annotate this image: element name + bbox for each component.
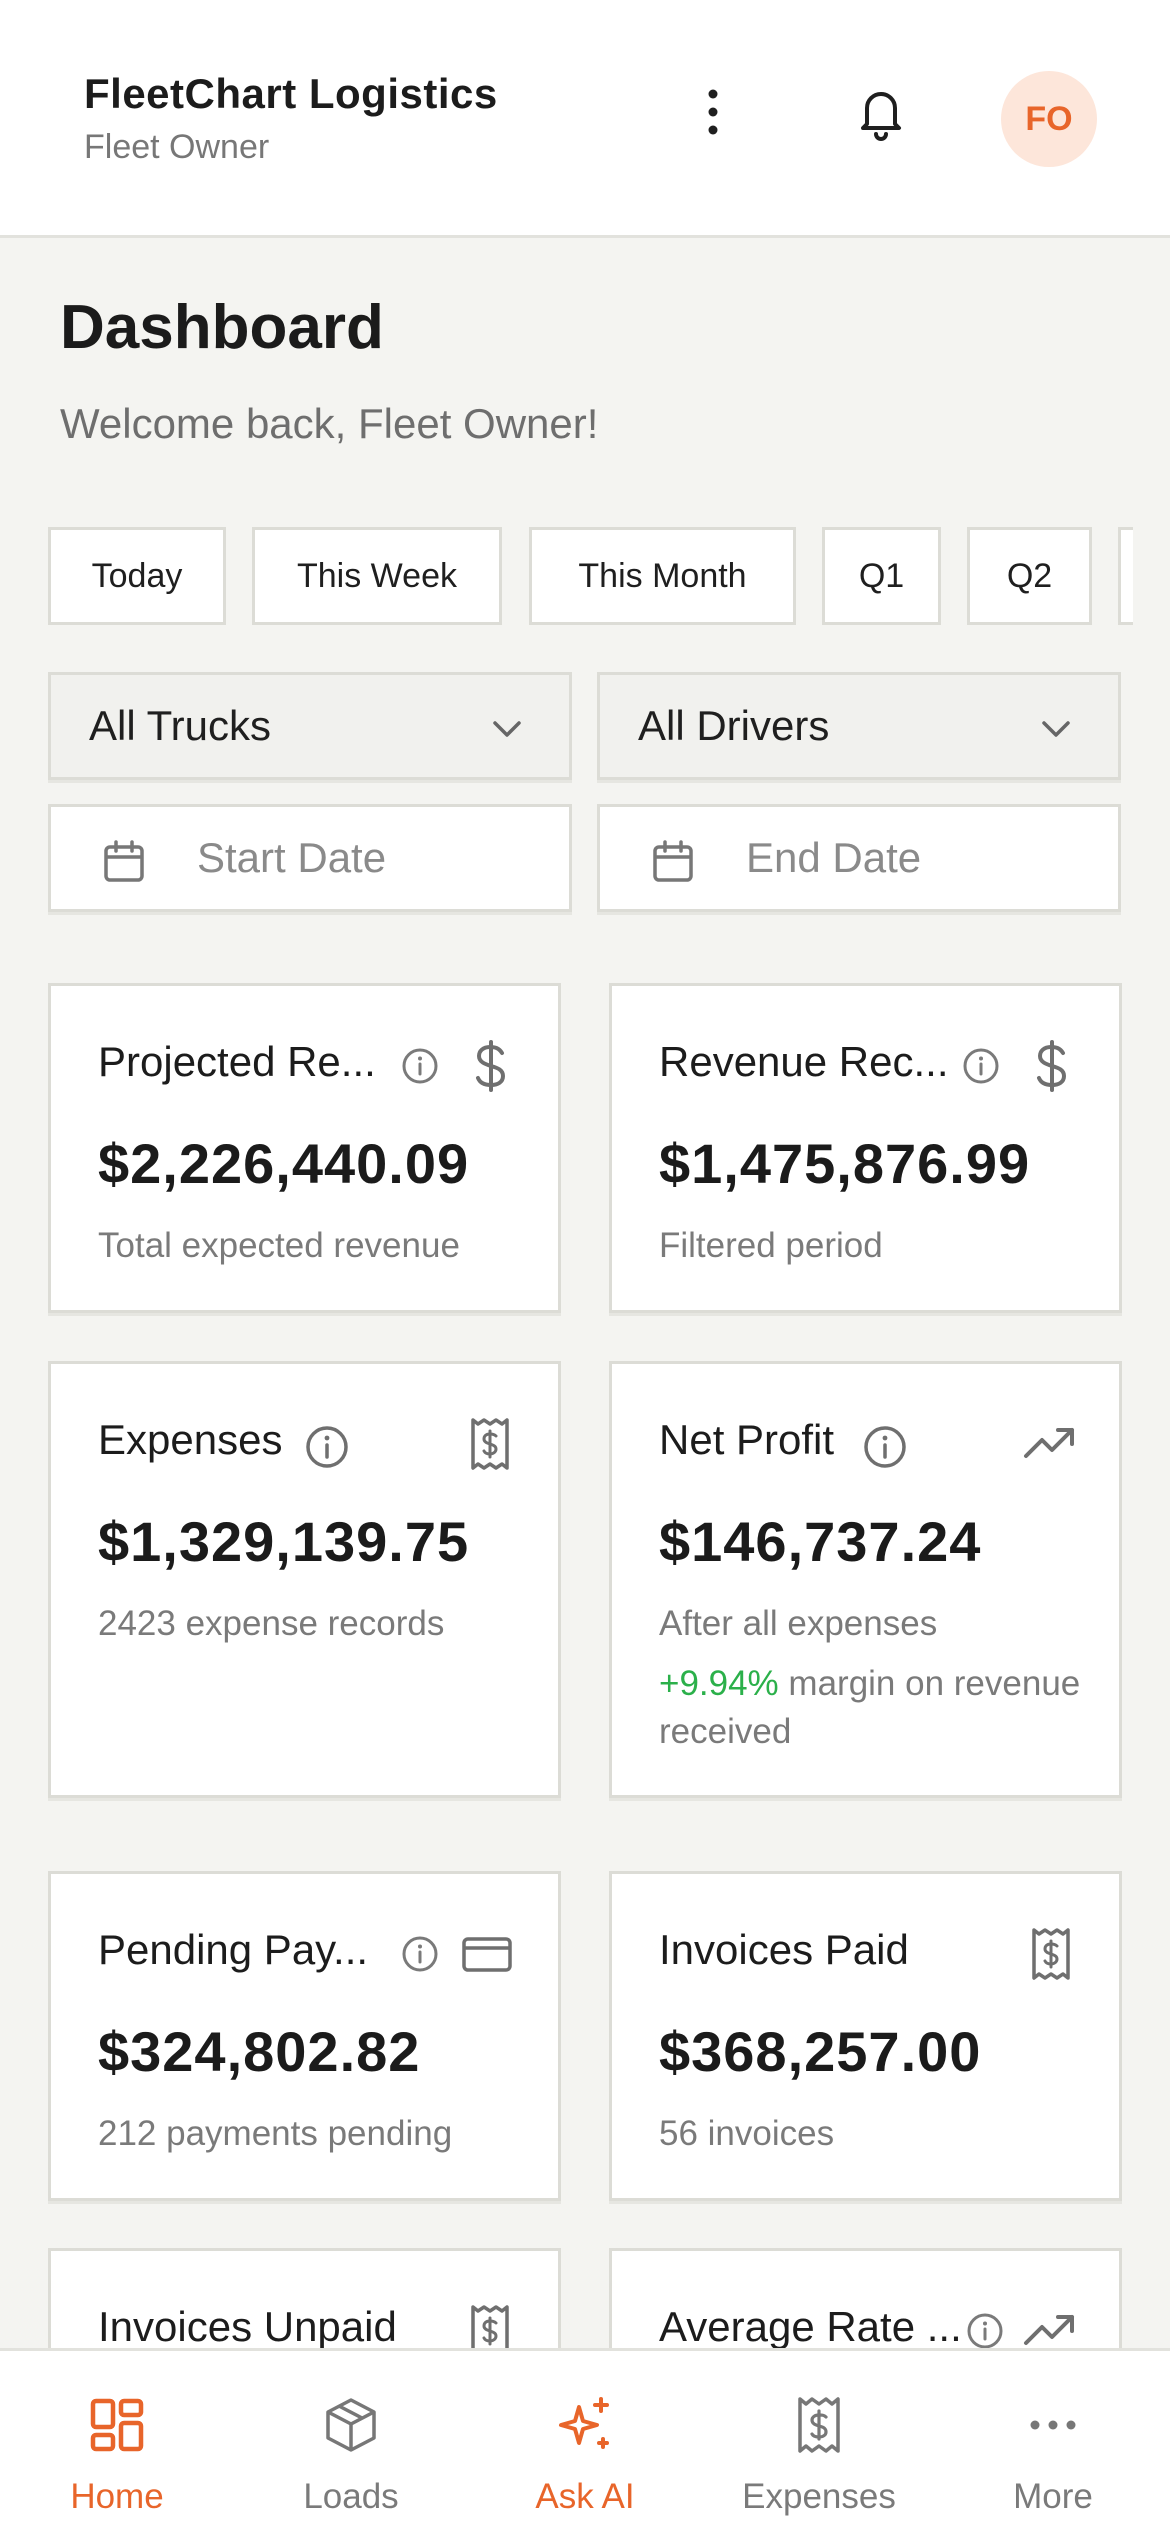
user-role: Fleet Owner xyxy=(84,128,270,166)
calendar-icon xyxy=(653,840,693,882)
chevron-down-icon xyxy=(1042,721,1070,737)
card-value: $2,226,440.09 xyxy=(98,1132,470,1195)
nav-item-ask-ai[interactable]: Ask AI xyxy=(468,2351,702,2532)
period-chip-today[interactable]: Today xyxy=(48,527,226,625)
more-horizontal-icon xyxy=(1030,2420,1076,2430)
bell-icon[interactable] xyxy=(849,80,913,144)
info-icon[interactable] xyxy=(304,1424,350,1470)
driver-select[interactable]: All Drivers xyxy=(597,672,1121,780)
stat-card-expenses[interactable]: Expenses $1,329,139.75 2423 expense reco… xyxy=(48,1361,561,1798)
stat-card-revenue-received[interactable]: Revenue Rec... $1,475,876.99 Filtered pe… xyxy=(609,983,1122,1313)
card-value: $368,257.00 xyxy=(659,2020,982,2083)
truck-select-value: All Trucks xyxy=(89,702,272,749)
nav-item-home[interactable]: Home xyxy=(0,2351,234,2532)
page-title: Dashboard xyxy=(60,293,384,362)
nav-label: Ask AI xyxy=(535,2477,635,2516)
box-icon xyxy=(326,2398,376,2452)
dollar-icon xyxy=(1037,1040,1067,1092)
period-filter-chips: Today This Week This Month Q1 Q2 xyxy=(48,527,1133,625)
card-subtitle: After all expenses xyxy=(659,1604,938,1643)
company-name: FleetChart Logistics xyxy=(84,70,498,117)
chevron-down-icon xyxy=(493,721,521,737)
nav-item-expenses[interactable]: Expenses xyxy=(702,2351,936,2532)
welcome-message: Welcome back, Fleet Owner! xyxy=(60,400,599,447)
nav-label: Home xyxy=(70,2477,164,2516)
card-value: $1,475,876.99 xyxy=(659,1132,1031,1195)
card-subtitle: 56 invoices xyxy=(659,2114,835,2153)
app-header: FleetChart Logistics Fleet Owner FO xyxy=(0,0,1170,238)
info-icon[interactable] xyxy=(400,1934,440,1974)
nav-item-loads[interactable]: Loads xyxy=(234,2351,468,2532)
period-chip-this-week[interactable]: This Week xyxy=(252,527,502,625)
info-icon[interactable] xyxy=(400,1046,440,1086)
card-value: $324,802.82 xyxy=(98,2020,421,2083)
truck-select[interactable]: All Trucks xyxy=(48,672,572,780)
receipt-icon xyxy=(798,2397,840,2453)
card-title: Invoices Paid xyxy=(659,1926,909,1973)
card-title: Pending Pay... xyxy=(98,1926,369,1973)
start-date-input[interactable]: Start Date xyxy=(48,804,572,912)
more-vertical-icon[interactable] xyxy=(681,80,745,144)
period-chip-q1[interactable]: Q1 xyxy=(822,527,941,625)
info-icon[interactable] xyxy=(965,2311,1005,2351)
card-subtitle: 2423 expense records xyxy=(98,1604,445,1643)
credit-card-icon xyxy=(462,1937,512,1972)
period-chip-next[interactable] xyxy=(1118,527,1133,625)
dollar-icon xyxy=(476,1040,506,1092)
card-subtitle: 212 payments pending xyxy=(98,2114,453,2153)
stat-card-projected-revenue[interactable]: Projected Re... $2,226,440.09 Total expe… xyxy=(48,983,561,1313)
info-icon[interactable] xyxy=(862,1424,908,1470)
card-subtitle: Total expected revenue xyxy=(98,1226,460,1265)
card-value: $1,329,139.75 xyxy=(98,1510,470,1573)
card-value: $146,737.24 xyxy=(659,1510,982,1573)
driver-select-value: All Drivers xyxy=(638,702,830,749)
period-chip-q2[interactable]: Q2 xyxy=(967,527,1092,625)
home-grid-icon xyxy=(90,2398,144,2452)
card-title: Revenue Rec... xyxy=(659,1038,949,1085)
profit-margin-text: +9.94% margin on revenue received xyxy=(659,1660,1089,1756)
card-title: Invoices Unpaid xyxy=(98,2303,397,2350)
nav-label: Loads xyxy=(303,2477,399,2516)
card-title: Average Rate ... xyxy=(659,2303,962,2350)
info-icon[interactable] xyxy=(961,1046,1001,1086)
nav-label: Expenses xyxy=(742,2477,896,2516)
nav-label: More xyxy=(1013,2477,1093,2516)
end-date-placeholder: End Date xyxy=(746,834,922,881)
card-title: Net Profit xyxy=(659,1416,835,1463)
sparkles-icon xyxy=(559,2397,609,2449)
stat-card-net-profit[interactable]: Net Profit $146,737.24 After all expense… xyxy=(609,1361,1122,1798)
trending-up-icon xyxy=(1024,1428,1074,1458)
end-date-input[interactable]: End Date xyxy=(597,804,1121,912)
avatar[interactable]: FO xyxy=(1001,71,1097,167)
stat-card-invoices-paid[interactable]: Invoices Paid $368,257.00 56 invoices xyxy=(609,1871,1122,2201)
receipt-icon xyxy=(1032,1928,1070,1980)
card-title: Projected Re... xyxy=(98,1038,376,1085)
stat-card-pending-payments[interactable]: Pending Pay... $324,802.82 212 payments … xyxy=(48,1871,561,2201)
period-chip-this-month[interactable]: This Month xyxy=(529,527,796,625)
profit-margin-value: +9.94% xyxy=(659,1664,779,1703)
card-title: Expenses xyxy=(98,1416,283,1463)
start-date-placeholder: Start Date xyxy=(197,834,387,881)
card-subtitle: Filtered period xyxy=(659,1226,883,1265)
calendar-icon xyxy=(104,840,144,882)
nav-item-more[interactable]: More xyxy=(936,2351,1170,2532)
bottom-navigation: Home Loads Ask AI Expenses More xyxy=(0,2348,1170,2532)
receipt-icon xyxy=(471,1418,509,1470)
